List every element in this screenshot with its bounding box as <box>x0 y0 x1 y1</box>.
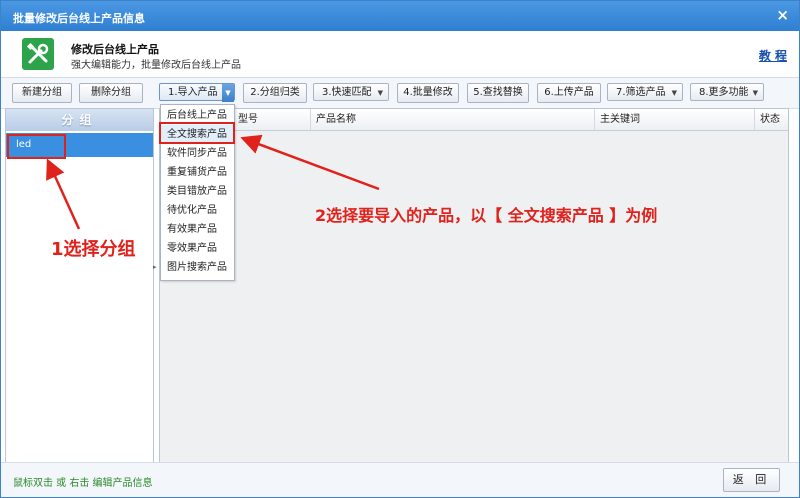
status-bar: 鼠标双击 或 右击 编辑产品信息 返 回 <box>1 462 799 497</box>
status-hint: 鼠标双击 或 右击 编辑产品信息 <box>13 478 153 489</box>
arrow-to-menu-item <box>240 134 380 191</box>
annotation-step2: 2选择要导入的产品，以【 全文搜索产品 】为例 <box>315 206 658 225</box>
arrow-to-group <box>46 158 81 230</box>
back-button[interactable]: 返 回 <box>723 468 780 492</box>
app-window: 批量修改后台线上产品信息 × 修改后台线上产品 强大编辑能力，批量修改后台线上产… <box>0 0 800 498</box>
annotation-step1: 1选择分组 <box>51 239 136 260</box>
